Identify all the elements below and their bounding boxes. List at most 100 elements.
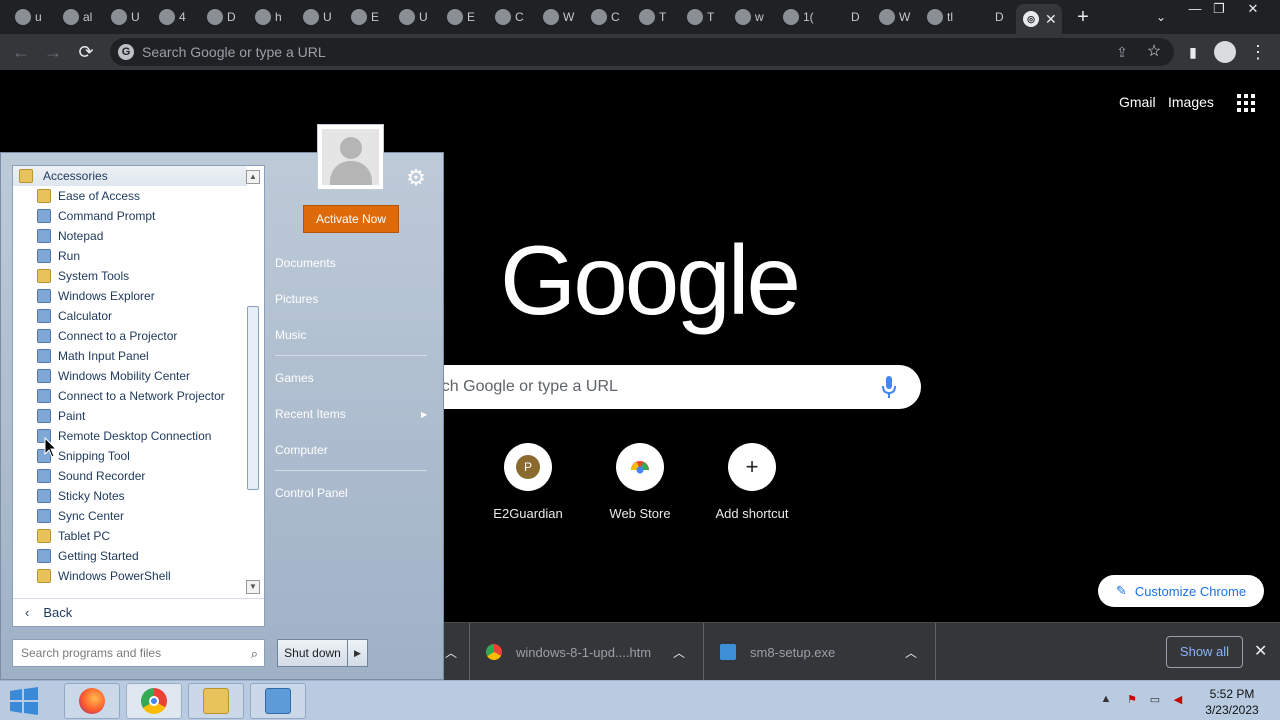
tab-item[interactable]: tl (920, 5, 968, 29)
tab-item[interactable]: 4 (152, 5, 200, 29)
restore-button[interactable]: ❐ (1206, 0, 1232, 18)
taskbar-chrome[interactable] (126, 683, 182, 719)
recent-items-link[interactable]: Recent Items (275, 407, 346, 421)
address-bar[interactable]: G Search Google or type a URL (110, 38, 1174, 66)
program-item[interactable]: Sync Center (13, 506, 247, 526)
tab-active-new-tab[interactable]: ◎ ✕ (1016, 4, 1062, 34)
download-item-partial[interactable]: ︿ (440, 623, 470, 681)
tab-search-button[interactable]: ⌄ (1152, 8, 1170, 26)
scrollbar-thumb[interactable] (247, 306, 259, 490)
show-all-button[interactable]: Show all (1166, 636, 1243, 668)
windows-start-icon[interactable] (8, 687, 40, 715)
show-hidden-icons-icon[interactable]: ▲ (1098, 693, 1114, 709)
program-item[interactable]: Getting Started (13, 546, 247, 566)
program-item[interactable]: Sticky Notes (13, 486, 247, 506)
programs-scrollbar[interactable]: ▲ ▼ (246, 170, 262, 594)
chevron-up-icon[interactable]: ︿ (905, 644, 917, 661)
scroll-up-icon[interactable]: ▲ (246, 170, 260, 184)
close-tab-icon[interactable]: ✕ (1045, 11, 1057, 28)
tab-item[interactable]: w (728, 5, 776, 29)
network-icon[interactable]: ▭ (1147, 693, 1163, 709)
download-item[interactable]: windows-8-1-upd....htm ︿ (470, 623, 704, 681)
computer-link[interactable]: Computer (275, 443, 328, 457)
program-item[interactable]: Tablet PC (13, 526, 247, 546)
program-item[interactable]: Paint (13, 406, 247, 426)
program-item[interactable]: Calculator (13, 306, 247, 326)
taskbar-firefox[interactable] (64, 683, 120, 719)
tab-item[interactable]: C (584, 5, 632, 29)
share-icon[interactable]: ⇪ (1111, 41, 1133, 63)
gmail-link[interactable]: Gmail (1119, 94, 1156, 110)
action-center-flag-icon[interactable]: ⚑ (1124, 693, 1140, 709)
forward-button[interactable]: → (42, 41, 64, 63)
tab-item[interactable]: 1( (776, 5, 824, 29)
program-item[interactable]: Windows Explorer (13, 286, 247, 306)
close-download-bar-icon[interactable]: ✕ (1254, 641, 1267, 661)
control-panel-link[interactable]: Control Panel (275, 486, 348, 500)
shortcut-e2guardian[interactable]: P E2Guardian (472, 443, 584, 521)
games-link[interactable]: Games (275, 371, 314, 385)
tab-item[interactable]: U (392, 5, 440, 29)
back-button[interactable]: ‹ Back (13, 598, 264, 626)
user-avatar[interactable] (317, 124, 384, 190)
taskbar-clock[interactable]: 5:52 PM 3/23/2023 (1196, 686, 1268, 718)
program-item[interactable]: Windows PowerShell (13, 566, 247, 586)
shutdown-button[interactable]: Shut down (277, 639, 348, 667)
documents-link[interactable]: Documents (275, 256, 336, 270)
close-window-button[interactable]: ✕ (1240, 0, 1266, 18)
back-button[interactable]: ← (10, 41, 32, 63)
microphone-icon[interactable] (882, 376, 896, 398)
tab-item[interactable]: E (344, 5, 392, 29)
program-item[interactable]: Connect to a Projector (13, 326, 247, 346)
activate-now-button[interactable]: Activate Now (303, 205, 399, 233)
program-item[interactable]: Connect to a Network Projector (13, 386, 247, 406)
tab-item[interactable]: D (824, 5, 872, 29)
ntp-search-box[interactable]: ⌕ Search Google or type a URL (360, 365, 921, 409)
new-tab-button[interactable]: + (1072, 6, 1094, 28)
pictures-link[interactable]: Pictures (275, 292, 318, 306)
program-item[interactable]: Windows Mobility Center (13, 366, 247, 386)
program-item[interactable]: Run (13, 246, 247, 266)
images-link[interactable]: Images (1168, 94, 1214, 110)
google-apps-icon[interactable] (1237, 94, 1255, 112)
tab-item[interactable]: W (872, 5, 920, 29)
reload-button[interactable]: ⟳ (75, 41, 97, 63)
accessories-folder[interactable]: Accessories (13, 166, 247, 186)
tab-item[interactable]: h (248, 5, 296, 29)
tab-item[interactable]: W (536, 5, 584, 29)
side-panel-icon[interactable]: ▮ (1182, 41, 1204, 63)
program-item[interactable]: Notepad (13, 226, 247, 246)
tab-item[interactable]: D (968, 5, 1016, 29)
gear-icon[interactable]: ⚙ (405, 167, 427, 189)
tab-item[interactable]: T (632, 5, 680, 29)
tab-item[interactable]: U (296, 5, 344, 29)
program-item[interactable]: System Tools (13, 266, 247, 286)
minimize-button[interactable]: — (1182, 0, 1208, 18)
taskbar-control-panel[interactable] (250, 683, 306, 719)
chrome-menu-icon[interactable]: ⋮ (1247, 41, 1269, 63)
tab-item[interactable]: al (56, 5, 104, 29)
tab-item[interactable]: T (680, 5, 728, 29)
scroll-down-icon[interactable]: ▼ (246, 580, 260, 594)
program-item[interactable]: Sound Recorder (13, 466, 247, 486)
volume-muted-icon[interactable]: ◀ (1170, 693, 1186, 709)
add-shortcut-button[interactable]: + Add shortcut (696, 443, 808, 521)
start-search-input[interactable]: Search programs and files ⌕ (12, 639, 265, 667)
shortcut-web-store[interactable]: Web Store (584, 443, 696, 521)
bookmark-star-icon[interactable]: ☆ (1143, 41, 1165, 63)
program-item[interactable]: Math Input Panel (13, 346, 247, 366)
shutdown-options-arrow-icon[interactable]: ▶ (348, 639, 368, 667)
customize-chrome-button[interactable]: ✎ Customize Chrome (1098, 575, 1264, 607)
chevron-up-icon[interactable]: ︿ (445, 644, 457, 661)
profile-avatar[interactable] (1214, 41, 1236, 63)
program-item[interactable]: Ease of Access (13, 186, 247, 206)
tab-item[interactable]: u (8, 5, 56, 29)
tab-item[interactable]: E (440, 5, 488, 29)
chevron-up-icon[interactable]: ︿ (673, 644, 685, 661)
program-item[interactable]: Command Prompt (13, 206, 247, 226)
taskbar-file-explorer[interactable] (188, 683, 244, 719)
tab-item[interactable]: D (200, 5, 248, 29)
tab-item[interactable]: C (488, 5, 536, 29)
download-item[interactable]: sm8-setup.exe ︿ (704, 623, 936, 681)
tab-item[interactable]: U (104, 5, 152, 29)
